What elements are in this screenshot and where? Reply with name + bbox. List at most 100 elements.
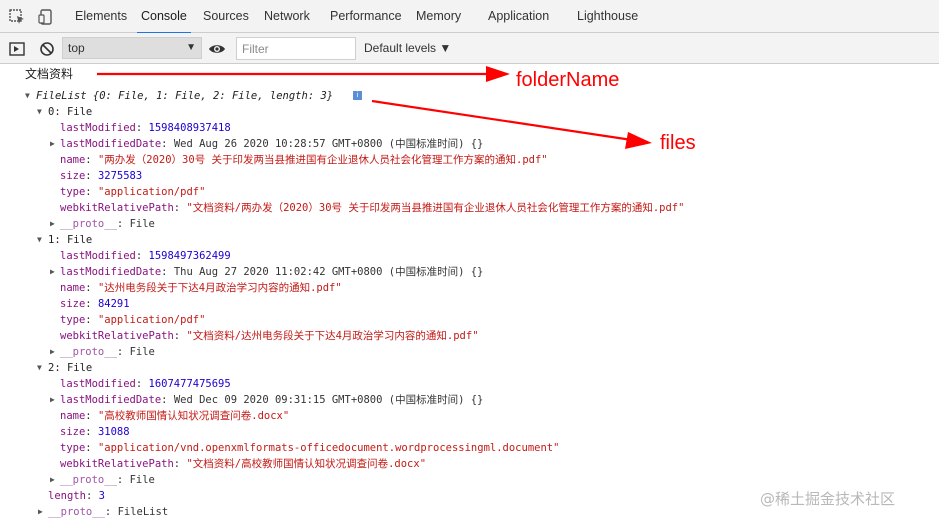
prop-value: 1598497362499 bbox=[148, 250, 231, 262]
expand-triangle-icon[interactable]: ▼ bbox=[37, 104, 42, 120]
prop-value: File bbox=[129, 474, 155, 486]
property-row: webkitRelativePath: "文档资料/高校教师国情认知状况调查问卷… bbox=[60, 458, 427, 470]
expand-triangle-icon[interactable]: ▼ bbox=[25, 88, 30, 104]
live-expression-eye-icon[interactable] bbox=[208, 40, 226, 58]
filelist-object-row[interactable]: ▼ FileList {0: File, 1: File, 2: File, l… bbox=[25, 88, 333, 104]
filter-input[interactable] bbox=[236, 37, 356, 60]
property-row: size: 3275583 bbox=[60, 170, 143, 182]
prop-key: size bbox=[60, 426, 86, 438]
filelist-summary: FileList {0: File, 1: File, 2: File, len… bbox=[36, 90, 334, 102]
prop-key: webkitRelativePath bbox=[60, 458, 174, 470]
context-select-value: top bbox=[68, 41, 85, 55]
property-row: type: "application/pdf" bbox=[60, 186, 206, 198]
prop-key: type bbox=[60, 442, 86, 454]
prop-value: Wed Aug 26 2020 10:28:57 GMT+0800 (中国标准时… bbox=[173, 138, 484, 150]
tab-memory[interactable]: Memory bbox=[416, 0, 461, 33]
property-row: lastModified: 1598408937418 bbox=[60, 122, 231, 134]
collapsed-triangle-icon[interactable]: ▶ bbox=[50, 136, 55, 152]
prop-value: "文档资料/达州电务段关于下达4月政治学习内容的通知.pdf" bbox=[186, 330, 479, 342]
prop-value: 3 bbox=[98, 490, 105, 502]
expand-triangle-icon[interactable]: ▼ bbox=[37, 360, 42, 376]
prop-value: 3275583 bbox=[97, 170, 143, 182]
prop-key: lastModified bbox=[60, 250, 136, 262]
tab-performance[interactable]: Performance bbox=[330, 0, 402, 33]
property-row: name: "达州电务段关于下达4月政治学习内容的通知.pdf" bbox=[60, 282, 342, 294]
prop-value: "两办发（2020）30号 关于印发两当县推进国有企业退休人员社会化管理工作方案… bbox=[97, 154, 548, 166]
prop-key: __proto__ bbox=[60, 346, 117, 358]
property-row[interactable]: ▶ __proto__: FileList bbox=[38, 504, 168, 520]
property-row: name: "高校教师国情认知状况调查问卷.docx" bbox=[60, 410, 290, 422]
prop-key: lastModified bbox=[60, 122, 136, 134]
tab-sources[interactable]: Sources bbox=[203, 0, 249, 33]
property-row[interactable]: ▶ lastModifiedDate: Wed Dec 09 2020 09:31… bbox=[50, 392, 483, 408]
collapsed-triangle-icon[interactable]: ▶ bbox=[50, 264, 55, 280]
prop-key: name bbox=[60, 410, 86, 422]
prop-value: "达州电务段关于下达4月政治学习内容的通知.pdf" bbox=[97, 282, 342, 294]
property-row[interactable]: ▶ lastModifiedDate: Thu Aug 27 2020 11:02… bbox=[50, 264, 483, 280]
collapsed-triangle-icon[interactable]: ▶ bbox=[38, 504, 43, 520]
prop-value: "文档资料/高校教师国情认知状况调查问卷.docx" bbox=[186, 458, 427, 470]
tab-lighthouse[interactable]: Lighthouse bbox=[577, 0, 638, 33]
prop-value: FileList bbox=[117, 506, 169, 518]
prop-key: webkitRelativePath bbox=[60, 202, 174, 214]
property-row: lastModified: 1598497362499 bbox=[60, 250, 231, 262]
collapsed-triangle-icon[interactable]: ▶ bbox=[50, 216, 55, 232]
prop-key: webkitRelativePath bbox=[60, 330, 174, 342]
prop-value: 1607477475695 bbox=[148, 378, 231, 390]
prop-key: name bbox=[60, 154, 86, 166]
prop-value: "文档资料/两办发（2020）30号 关于印发两当县推进国有企业退休人员社会化管… bbox=[186, 202, 685, 214]
collapsed-triangle-icon[interactable]: ▶ bbox=[50, 344, 55, 360]
property-row[interactable]: ▶ __proto__: File bbox=[50, 472, 155, 488]
info-icon[interactable]: i bbox=[353, 91, 362, 100]
prop-key: size bbox=[60, 170, 86, 182]
tab-console[interactable]: Console bbox=[137, 0, 191, 34]
prop-value: 1598408937418 bbox=[148, 122, 231, 134]
prop-value: "application/pdf" bbox=[97, 186, 206, 198]
files-annotation: files bbox=[660, 132, 696, 154]
collapsed-triangle-icon[interactable]: ▶ bbox=[50, 392, 55, 408]
context-select[interactable]: top ▼ bbox=[62, 37, 202, 59]
file-index-label: 2: File bbox=[48, 362, 93, 374]
console-toolbar: top ▼ Default levels ▼ bbox=[0, 33, 939, 64]
device-toolbar-icon[interactable] bbox=[37, 8, 55, 26]
prop-key: type bbox=[60, 314, 86, 326]
property-row: size: 31088 bbox=[60, 426, 130, 438]
log-levels-dropdown[interactable]: Default levels ▼ bbox=[364, 33, 451, 64]
folder-name-text: 文档资料 bbox=[25, 67, 74, 81]
tab-application[interactable]: Application bbox=[488, 0, 549, 33]
property-row: webkitRelativePath: "文档资料/两办发（2020）30号 关… bbox=[60, 202, 685, 214]
property-row[interactable]: ▶ __proto__: File bbox=[50, 344, 155, 360]
prop-key: size bbox=[60, 298, 86, 310]
property-row: name: "两办发（2020）30号 关于印发两当县推进国有企业退休人员社会化… bbox=[60, 154, 548, 166]
prop-value: File bbox=[129, 218, 155, 230]
show-sidebar-icon[interactable] bbox=[8, 40, 26, 58]
expand-triangle-icon[interactable]: ▼ bbox=[37, 232, 42, 248]
collapsed-triangle-icon[interactable]: ▶ bbox=[50, 472, 55, 488]
watermark: @稀土掘金技术社区 bbox=[760, 490, 896, 508]
tab-network[interactable]: Network bbox=[264, 0, 310, 33]
chevron-down-icon: ▼ bbox=[186, 42, 196, 53]
file-index-label: 1: File bbox=[48, 234, 93, 246]
prop-key: lastModified bbox=[60, 378, 136, 390]
prop-key: type bbox=[60, 186, 86, 198]
prop-key: length bbox=[48, 490, 86, 502]
prop-key: name bbox=[60, 282, 86, 294]
clear-console-icon[interactable] bbox=[38, 40, 56, 58]
prop-value: File bbox=[129, 346, 155, 358]
property-row[interactable]: ▶ __proto__: File bbox=[50, 216, 155, 232]
property-row: type: "application/pdf" bbox=[60, 314, 206, 326]
prop-value: "高校教师国情认知状况调查问卷.docx" bbox=[97, 410, 290, 422]
property-row: size: 84291 bbox=[60, 298, 130, 310]
prop-value: "application/vnd.openxmlformats-officedo… bbox=[97, 442, 560, 454]
file-entry-row[interactable]: ▼ 0: File bbox=[37, 104, 92, 120]
prop-key: __proto__ bbox=[48, 506, 105, 518]
file-index-label: 0: File bbox=[48, 106, 93, 118]
property-row[interactable]: ▶ lastModifiedDate: Wed Aug 26 2020 10:28… bbox=[50, 136, 483, 152]
prop-value: 31088 bbox=[97, 426, 130, 438]
tab-elements[interactable]: Elements bbox=[75, 0, 127, 33]
inspect-element-icon[interactable] bbox=[8, 8, 26, 26]
prop-value: Thu Aug 27 2020 11:02:42 GMT+0800 (中国标准时… bbox=[173, 266, 484, 278]
prop-value: "application/pdf" bbox=[97, 314, 206, 326]
file-entry-row[interactable]: ▼ 2: File bbox=[37, 360, 92, 376]
file-entry-row[interactable]: ▼ 1: File bbox=[37, 232, 92, 248]
